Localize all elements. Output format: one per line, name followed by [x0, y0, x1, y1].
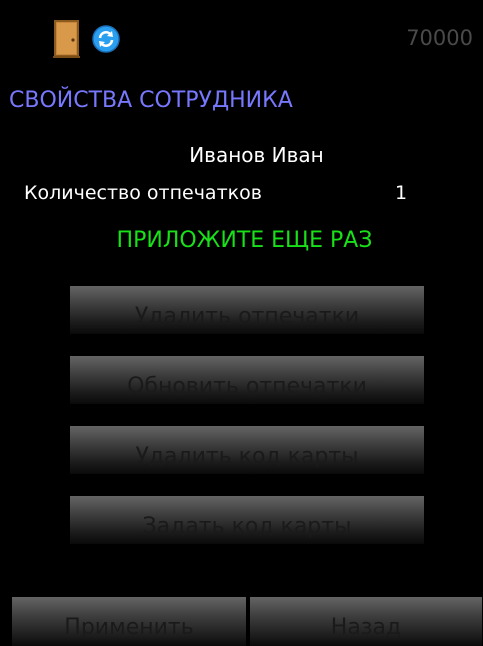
- fingerprints-count: 1: [395, 182, 408, 204]
- counter-value: 70000: [406, 26, 473, 50]
- delete-card-button[interactable]: Удалить код карты: [70, 426, 424, 474]
- status-message: ПРИЛОЖИТЕ ЕЩЕ РАЗ: [116, 228, 373, 253]
- delete-prints-button[interactable]: Удалить отпечатки: [70, 286, 424, 334]
- apply-button[interactable]: Применить: [12, 597, 246, 646]
- set-card-button[interactable]: Задать код карты: [70, 496, 424, 544]
- door-icon[interactable]: [53, 20, 80, 58]
- update-prints-button[interactable]: Обновить отпечатки: [70, 356, 424, 404]
- sync-icon[interactable]: [92, 25, 120, 53]
- back-button[interactable]: Назад: [250, 597, 482, 646]
- employee-name: Иванов Иван: [189, 143, 324, 167]
- fingerprints-label: Количество отпечатков: [24, 182, 262, 204]
- page-title: СВОЙСТВА СОТРУДНИКА: [9, 88, 293, 113]
